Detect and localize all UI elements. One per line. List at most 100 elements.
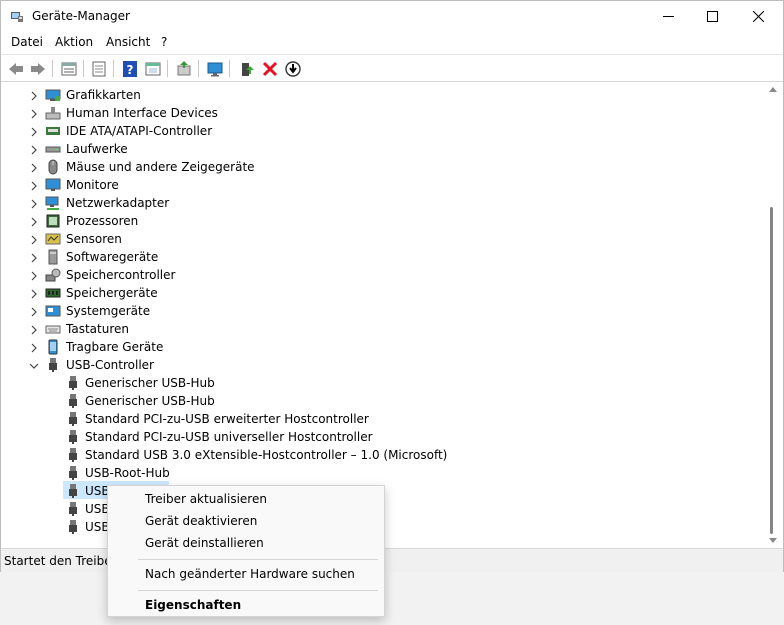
toolbar: ?: [1, 54, 783, 82]
chevron-right-icon[interactable]: [29, 343, 39, 353]
update-driver-button[interactable]: [173, 58, 194, 79]
properties-list-button[interactable]: [58, 58, 79, 79]
toolbar-separator: [83, 60, 84, 77]
toolbar-separator: [167, 60, 168, 77]
title-bar[interactable]: Geräte-Manager: [1, 1, 783, 32]
menu-ansicht[interactable]: Ansicht: [106, 35, 150, 49]
svg-text:?: ?: [126, 63, 133, 77]
category-label: Netzwerkadapter: [66, 196, 170, 210]
forward-icon: [30, 62, 45, 75]
window-title: Geräte-Manager: [32, 9, 130, 23]
category-label: Softwaregeräte: [66, 250, 159, 264]
software-device-icon: [48, 249, 58, 265]
back-button[interactable]: [5, 58, 26, 79]
minimize-button[interactable]: [645, 1, 691, 32]
chevron-right-icon[interactable]: [29, 127, 39, 137]
back-icon: [8, 62, 23, 75]
category-label: Systemgeräte: [66, 304, 151, 318]
chevron-right-icon[interactable]: [29, 163, 39, 173]
show-hidden-button[interactable]: [142, 58, 163, 79]
usb-icon: [69, 520, 77, 534]
scan-hardware-icon: [207, 62, 222, 76]
category-label: Prozessoren: [66, 214, 139, 228]
category-label: Grafikkarten: [66, 88, 141, 102]
hid-icon: [45, 107, 61, 120]
device-label: Generischer USB-Hub: [85, 376, 215, 390]
monitor-icon: [45, 178, 61, 191]
chevron-right-icon[interactable]: [29, 271, 39, 281]
scroll-down-icon[interactable]: [769, 538, 777, 543]
chevron-right-icon[interactable]: [29, 325, 39, 335]
menu-item-update-driver[interactable]: Treiber aktualisieren: [145, 492, 267, 506]
vertical-scrollbar[interactable]: [763, 83, 783, 547]
add-driver-icon: [241, 62, 254, 76]
help-button[interactable]: ?: [119, 58, 140, 79]
properties-icon: [92, 61, 105, 76]
disable-button[interactable]: [282, 58, 303, 79]
menu-item-disable-device[interactable]: Gerät deaktivieren: [145, 514, 257, 528]
scrollbar-thumb[interactable]: [770, 207, 773, 534]
scan-hardware-button[interactable]: [204, 58, 225, 79]
category-label: USB-Controller: [66, 358, 154, 372]
menu-item-uninstall-device[interactable]: Gerät deinstallieren: [145, 536, 264, 550]
device-label: Standard PCI-zu-USB erweiterter Hostcont…: [85, 412, 369, 426]
menu-help[interactable]: ?: [161, 35, 167, 49]
uninstall-button[interactable]: [259, 58, 280, 79]
menu-item-scan-hardware[interactable]: Nach geänderter Hardware suchen: [145, 567, 355, 581]
category-label: Laufwerke: [66, 142, 128, 156]
usb-icon: [69, 484, 77, 498]
forward-button[interactable]: [27, 58, 48, 79]
chevron-right-icon[interactable]: [29, 199, 39, 209]
category-label: Speichercontroller: [66, 268, 176, 282]
menu-item-properties[interactable]: Eigenschaften: [145, 598, 241, 612]
usb-icon: [69, 430, 77, 444]
menu-bar: Datei Aktion Ansicht ?: [1, 32, 783, 54]
chevron-right-icon[interactable]: [29, 109, 39, 119]
add-driver-button[interactable]: [236, 58, 257, 79]
device-tree[interactable]: Grafikkarten Human Interface Devices IDE…: [3, 83, 763, 547]
sensor-icon: [45, 233, 61, 245]
ide-controller-icon: [46, 127, 60, 135]
maximize-button[interactable]: [689, 1, 735, 32]
update-driver-icon: [177, 60, 190, 75]
chevron-right-icon[interactable]: [29, 181, 39, 191]
device-label: Generischer USB-Hub: [85, 394, 215, 408]
chevron-right-icon[interactable]: [29, 217, 39, 227]
close-icon: [752, 11, 764, 22]
chevron-down-icon[interactable]: [29, 361, 39, 371]
usb-icon: [69, 412, 77, 426]
chevron-right-icon[interactable]: [29, 91, 39, 101]
chevron-right-icon[interactable]: [29, 307, 39, 317]
scroll-up-icon[interactable]: [769, 87, 777, 92]
menu-datei[interactable]: Datei: [11, 35, 43, 49]
device-label: Standard PCI-zu-USB universeller Hostcon…: [85, 430, 373, 444]
menu-separator: [138, 559, 378, 560]
menu-separator: [138, 590, 378, 591]
properties-button[interactable]: [88, 58, 109, 79]
memory-device-icon: [45, 288, 61, 298]
category-label: IDE ATA/ATAPI-Controller: [66, 124, 213, 138]
usb-icon: [49, 358, 57, 372]
uninstall-icon: [262, 61, 277, 76]
usb-icon: [69, 466, 77, 480]
chevron-right-icon[interactable]: [29, 253, 39, 263]
keyboard-icon: [45, 325, 61, 334]
category-label: Sensoren: [66, 232, 122, 246]
system-device-icon: [45, 305, 61, 317]
display-adapter-icon: [45, 89, 61, 101]
context-menu: Treiber aktualisieren Gerät deaktivieren…: [107, 485, 385, 617]
toolbar-separator: [113, 60, 114, 77]
toolbar-separator: [229, 60, 230, 77]
close-button[interactable]: [735, 1, 781, 32]
chevron-right-icon[interactable]: [29, 145, 39, 155]
disable-icon: [284, 60, 301, 77]
menu-aktion[interactable]: Aktion: [55, 35, 93, 49]
chevron-right-icon[interactable]: [29, 235, 39, 245]
maximize-icon: [706, 11, 718, 22]
mouse-icon: [48, 159, 58, 175]
processor-icon: [46, 214, 60, 228]
minimize-icon: [662, 16, 674, 17]
category-label: Tragbare Geräte: [66, 340, 164, 354]
usb-icon: [69, 376, 77, 390]
chevron-right-icon[interactable]: [29, 289, 39, 299]
